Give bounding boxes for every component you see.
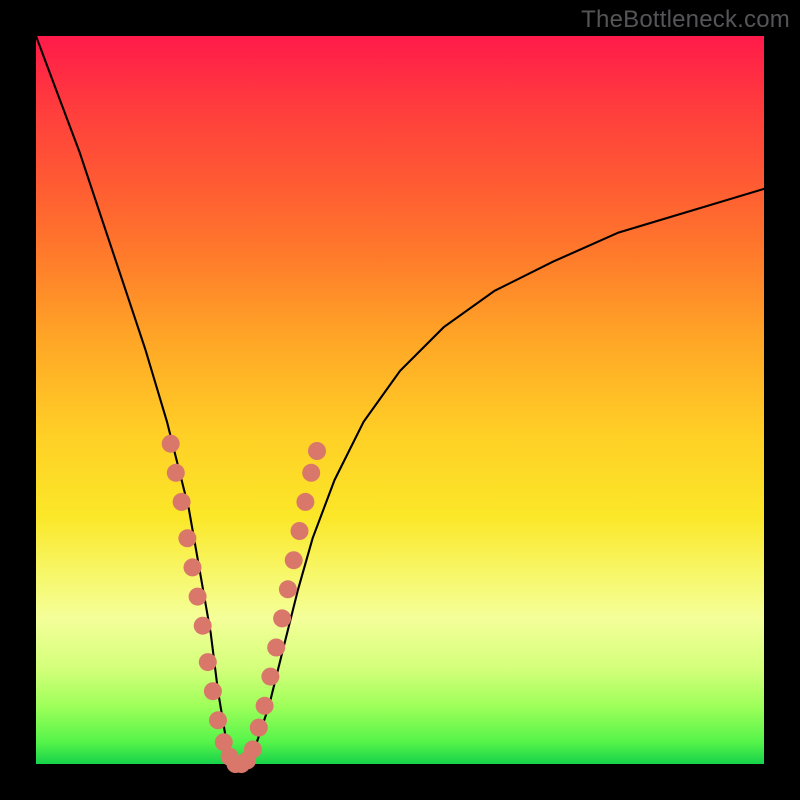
curve-marker (209, 711, 227, 729)
curve-marker (184, 558, 202, 576)
marker-layer (162, 435, 326, 773)
curve-marker (244, 740, 262, 758)
plot-area (36, 36, 764, 764)
curve-marker (250, 719, 268, 737)
curve-marker (189, 588, 207, 606)
curve-marker (291, 522, 309, 540)
curve-marker (296, 493, 314, 511)
curve-marker (194, 617, 212, 635)
curve-marker (308, 442, 326, 460)
curve-marker (273, 609, 291, 627)
curve-marker (279, 580, 297, 598)
chart-frame: TheBottleneck.com (0, 0, 800, 800)
curve-marker (302, 464, 320, 482)
curve-marker (285, 551, 303, 569)
curve-layer (36, 36, 764, 764)
curve-marker (267, 639, 285, 657)
bottleneck-curve (36, 36, 764, 764)
curve-marker (204, 682, 222, 700)
curve-marker (167, 464, 185, 482)
curve-marker (178, 529, 196, 547)
curve-marker (173, 493, 191, 511)
curve-marker (261, 668, 279, 686)
curve-marker (199, 653, 217, 671)
curve-marker (162, 435, 180, 453)
curve-marker (256, 697, 274, 715)
watermark-label: TheBottleneck.com (581, 6, 790, 34)
